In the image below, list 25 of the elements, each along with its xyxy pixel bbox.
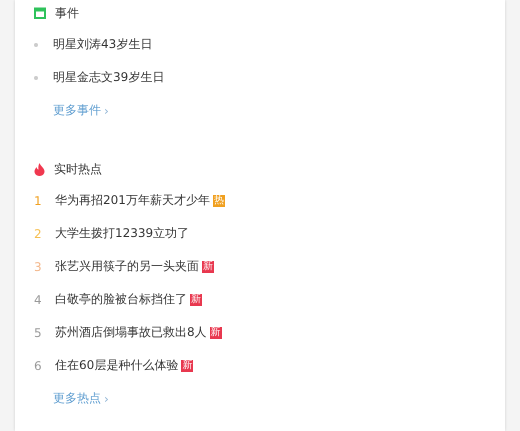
rank-number: 3 xyxy=(34,260,43,274)
rank-number: 5 xyxy=(34,326,43,340)
trending-link[interactable]: 大学生拨打12339立功了 xyxy=(55,225,190,242)
trending-link[interactable]: 住在60层是种什么体验 xyxy=(55,357,178,374)
bullet-icon xyxy=(34,76,38,80)
trending-link[interactable]: 苏州酒店倒塌事故已救出8人 xyxy=(55,324,207,341)
rank-number: 6 xyxy=(34,358,43,372)
rank-number: 1 xyxy=(34,194,43,208)
trending-link[interactable]: 华为再招201万年薪天才少年 xyxy=(55,192,210,209)
calendar-icon xyxy=(34,7,46,19)
event-link[interactable]: 明星金志文39岁生日 xyxy=(53,69,164,86)
section-title: 事件 xyxy=(55,4,79,22)
flame-icon xyxy=(34,162,45,176)
rank-number: 2 xyxy=(34,226,43,240)
new-badge: 新 xyxy=(190,294,202,306)
section-title: 实时热点 xyxy=(54,160,102,178)
trending-link[interactable]: 张艺兴用筷子的另一头夹面 xyxy=(55,258,199,275)
rank-number: 4 xyxy=(34,292,43,306)
new-badge: 新 xyxy=(202,260,214,272)
bullet-icon xyxy=(34,42,38,46)
new-badge: 新 xyxy=(181,360,194,372)
hot-badge: 热 xyxy=(212,194,225,206)
event-link[interactable]: 明星刘涛43岁生日 xyxy=(53,36,152,53)
trending-link[interactable]: 白敬亭的脸被台标挡住了 xyxy=(55,291,187,308)
new-badge: 新 xyxy=(210,326,222,338)
